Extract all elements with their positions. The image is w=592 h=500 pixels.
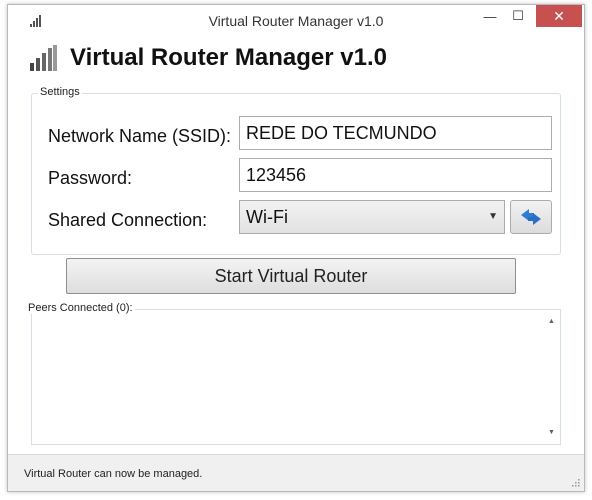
peers-scrollbar[interactable]: ▲ ▼ <box>543 310 560 444</box>
shared-connection-value: Wi-Fi <box>246 207 288 227</box>
page-title: Virtual Router Manager v1.0 <box>70 44 387 71</box>
start-router-button[interactable]: Start Virtual Router <box>66 258 516 294</box>
chevron-down-icon: ▼ <box>488 211 498 222</box>
refresh-icon <box>521 209 541 225</box>
ssid-label: Network Name (SSID): <box>48 126 232 146</box>
router-signal-icon <box>30 45 57 71</box>
title-bar[interactable]: Virtual Router Manager v1.0 — ☐ ✕ <box>8 5 584 35</box>
app-window: Virtual Router Manager v1.0 — ☐ ✕ Virtua… <box>7 4 585 492</box>
shared-connection-label: Shared Connection: <box>48 210 208 230</box>
status-bar: Virtual Router can now be managed. <box>8 454 584 491</box>
status-text: Virtual Router can now be managed. <box>24 468 203 480</box>
scroll-down-icon[interactable]: ▼ <box>543 429 560 436</box>
peers-list: Peers Connected (0): ▲ ▼ <box>26 302 561 445</box>
refresh-connections-button[interactable] <box>510 200 552 234</box>
settings-group-label: Settings <box>38 86 82 98</box>
ssid-field[interactable]: REDE DO TECMUNDO <box>239 116 552 150</box>
peers-label: Peers Connected (0): <box>26 302 135 314</box>
resize-grip-icon[interactable] <box>570 477 580 487</box>
password-label: Password: <box>48 168 133 188</box>
maximize-button[interactable]: ☐ <box>504 5 532 27</box>
shared-connection-select[interactable]: Wi-Fi ▼ <box>239 200 505 234</box>
settings-group: Settings Network Name (SSID): REDE DO TE… <box>31 86 561 255</box>
minimize-button[interactable]: — <box>476 5 504 27</box>
close-button[interactable]: ✕ <box>536 5 582 27</box>
password-field[interactable]: 123456 <box>239 158 552 192</box>
scroll-up-icon[interactable]: ▲ <box>543 318 560 325</box>
